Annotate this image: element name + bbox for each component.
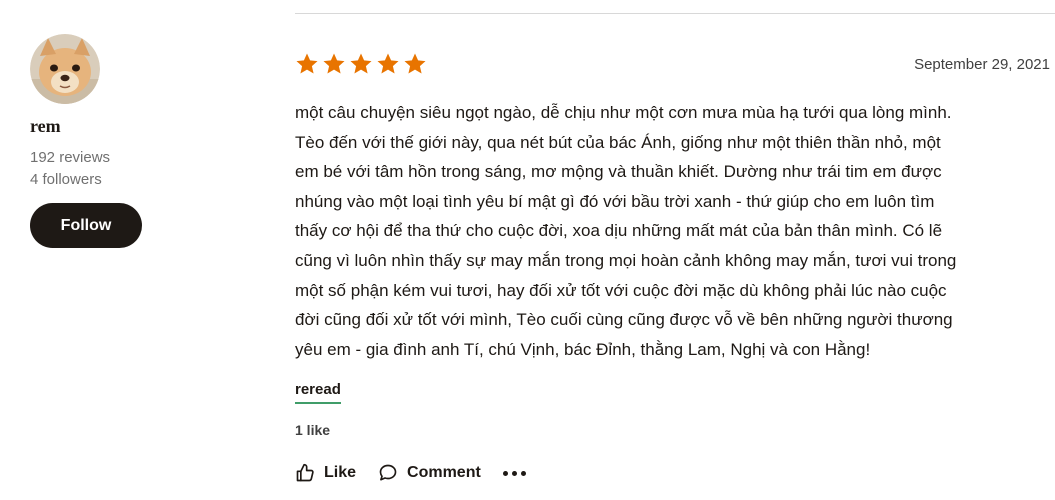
review-header: September 29, 2021 [295,50,1055,78]
like-label: Like [324,464,357,482]
top-divider [295,13,1055,14]
followers-count: 4 followers [30,171,102,188]
avatar[interactable] [30,34,100,104]
review-text-line: đời cũng đối xử tốt với mình, Tèo cuối c… [295,310,953,330]
shelf-tag-reread[interactable]: reread [295,381,341,405]
star-icon [323,53,345,74]
likes-count[interactable]: 1 like [295,422,1055,438]
follow-button[interactable]: Follow [30,203,142,248]
reviewer-name[interactable]: rem [30,116,160,137]
review-text-line: một câu chuyện siêu ngọt ngào, dễ chịu n… [295,103,952,122]
review: September 29, 2021 một câu chuyện siêu n… [295,50,1055,484]
like-button[interactable]: Like [295,463,356,483]
review-text-line: yêu em - gia đình anh Tí, chú Vịnh, bác … [295,339,871,359]
review-text: một câu chuyện siêu ngọt ngào, dễ chịu n… [295,98,1055,364]
comment-label: Comment [407,464,481,482]
review-text-line: em bé với tâm hồn trong sáng, mơ mộng và… [295,162,942,182]
star-icon [377,53,399,74]
reviewer-card: rem 192 reviews 4 followers Follow [30,34,160,248]
star-icon [404,53,426,74]
more-options-icon[interactable] [502,470,526,476]
reviews-count: 192 reviews [30,149,111,166]
review-text-line: cũng vì luôn nhìn thấy sự may mắn trong … [295,250,957,270]
comment-icon [379,465,397,481]
rating-stars [295,52,427,76]
review-text-line: một số phận kém vui tươi, hay đối xử tốt… [295,280,947,300]
star-icon [350,53,372,74]
review-text-line: nhúng vào một loại tình yêu bí mật gì đó… [295,191,935,211]
review-text-line: Tèo đến với thế giới này, qua nét bút củ… [295,132,941,152]
reviewer-stats: 192 reviews 4 followers [30,147,160,191]
star-icon [296,53,318,74]
review-text-line: thấy cơ hội để tha thứ cho cuộc đời, xoa… [295,221,943,241]
review-actions: Like Comment [295,462,1055,484]
comment-button[interactable]: Comment [378,463,481,483]
thumbs-up-icon [296,464,314,482]
review-date[interactable]: September 29, 2021 [914,56,1050,73]
